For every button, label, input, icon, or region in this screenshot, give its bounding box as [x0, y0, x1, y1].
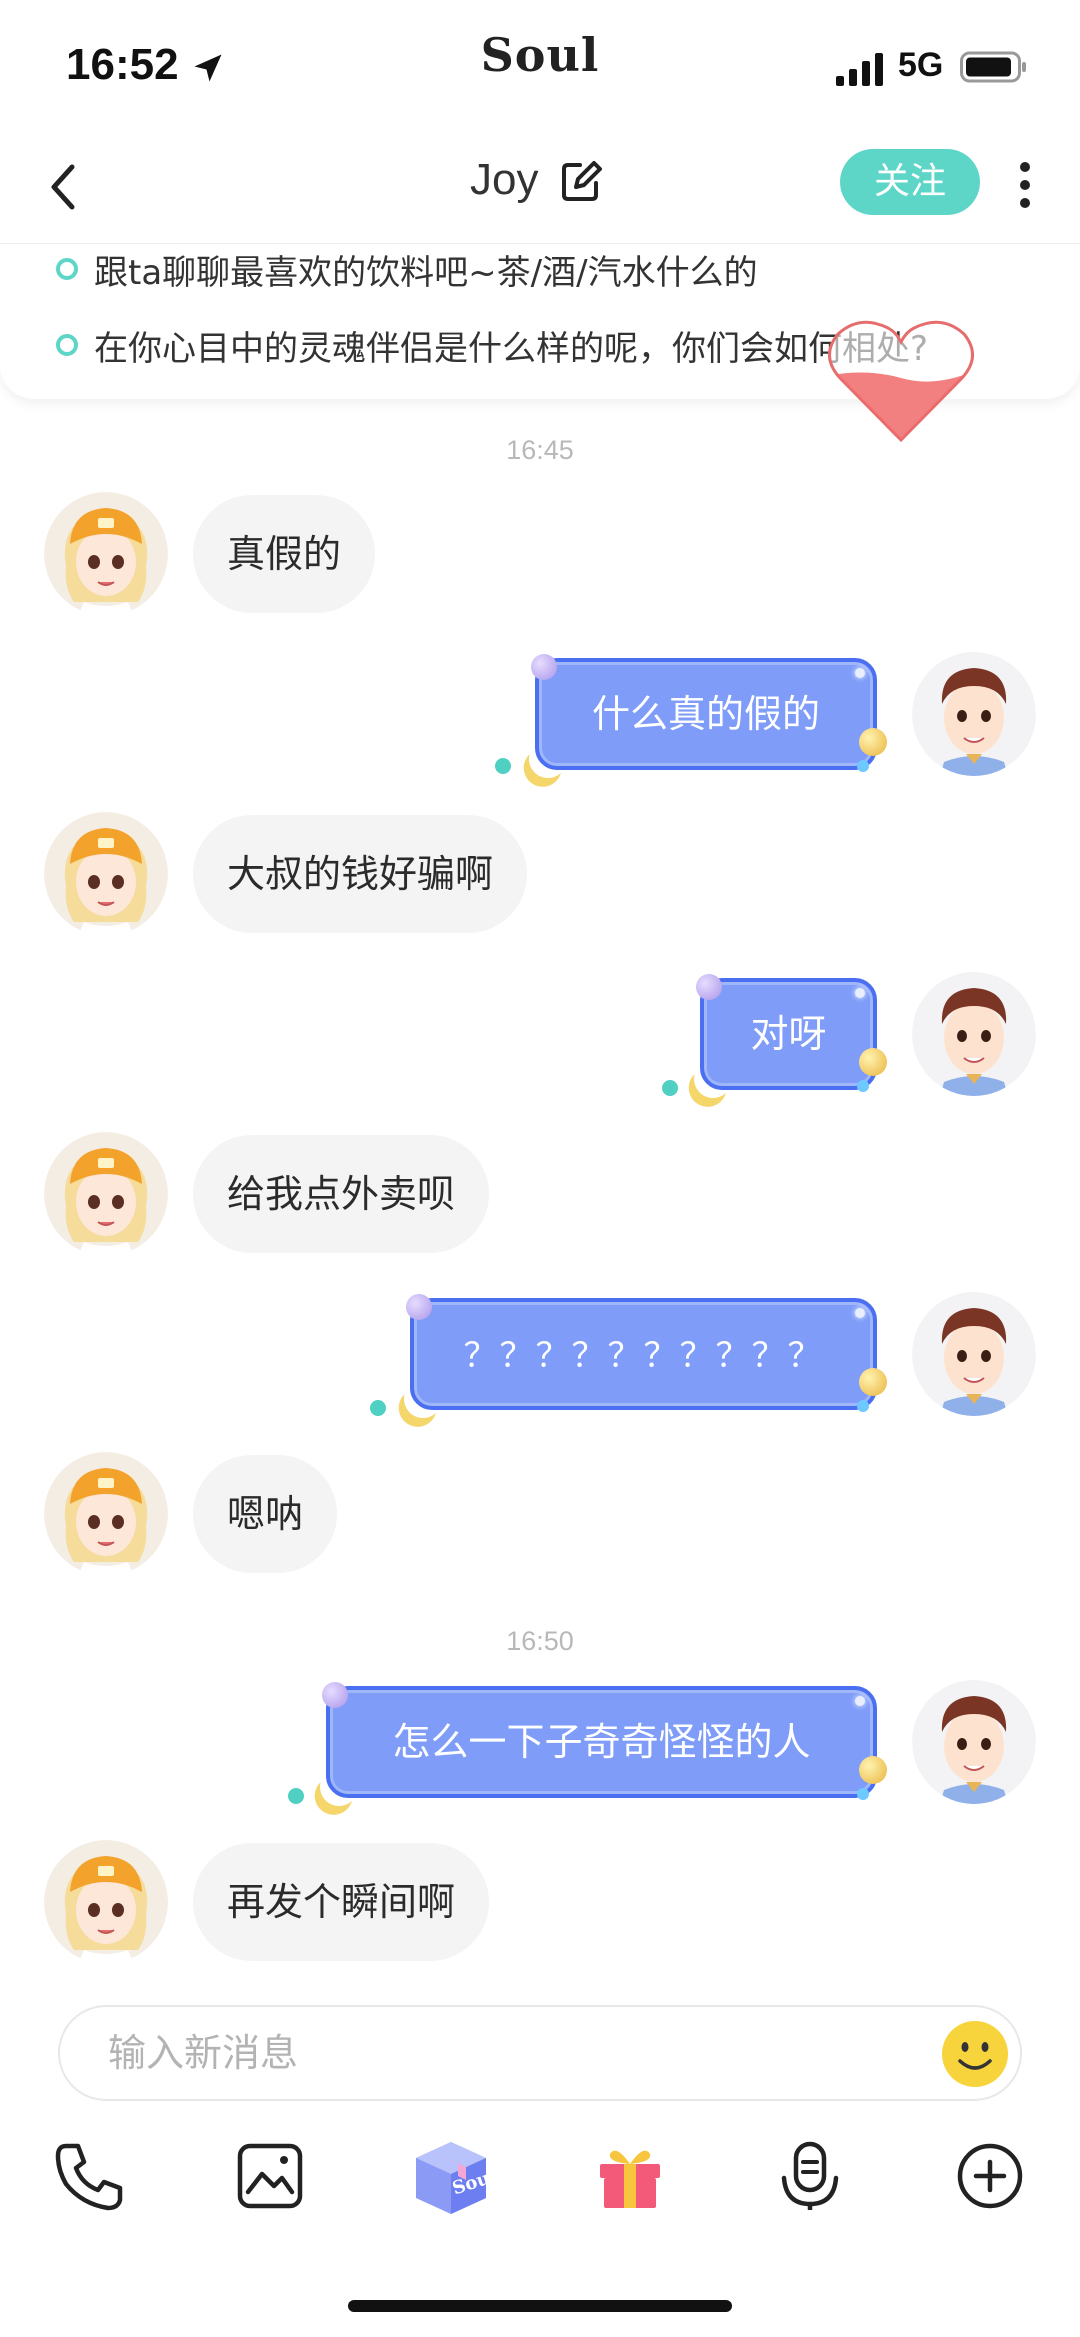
outgoing-message[interactable]: 怎么一下子奇奇怪怪的人: [322, 1682, 887, 1800]
message-text: 什么真的假的: [591, 692, 820, 736]
topic-suggestion[interactable]: 跟ta聊聊最喜欢的饮料吧~茶/酒/汽水什么的: [56, 244, 758, 294]
boy-avatar-icon: [912, 652, 1036, 776]
outgoing-message[interactable]: 什么真的假的: [531, 654, 887, 772]
outgoing-message[interactable]: 对呀: [696, 974, 887, 1092]
girl-avatar-icon: [44, 1452, 168, 1576]
signal-icon: [836, 53, 883, 86]
heart-icon[interactable]: [826, 312, 976, 448]
more-vertical-icon[interactable]: [1014, 155, 1036, 215]
edit-note-icon[interactable]: [558, 159, 604, 205]
boy-avatar-icon: [912, 1680, 1036, 1804]
gift-icon[interactable]: [592, 2138, 668, 2214]
incoming-message[interactable]: 大叔的钱好骗啊: [193, 815, 528, 933]
avatar-joy[interactable]: [44, 812, 168, 936]
incoming-message[interactable]: 再发个瞬间啊: [193, 1843, 490, 1961]
back-chevron-icon[interactable]: [42, 157, 82, 217]
sent-status-dot: [288, 1788, 304, 1804]
girl-avatar-icon: [44, 1840, 168, 1964]
avatar-joy[interactable]: [44, 1840, 168, 1964]
message-text: 怎么一下子奇奇怪怪的人: [392, 1720, 811, 1764]
soul-box-icon[interactable]: Soul: [406, 2132, 499, 2218]
timestamp: 16:45: [506, 435, 574, 465]
sent-status-dot: [495, 758, 511, 774]
incoming-message[interactable]: 给我点外卖呗: [193, 1135, 490, 1253]
timestamp: 16:50: [506, 1626, 574, 1656]
topic-text: 在你心目中的灵魂伴侣是什么样的呢，你们会如何相处?: [94, 328, 929, 369]
voice-bot-icon[interactable]: [772, 2138, 848, 2214]
battery-icon: [960, 51, 1026, 83]
incoming-message[interactable]: 嗯呐: [193, 1455, 338, 1573]
chat-title[interactable]: Joy: [470, 155, 538, 205]
network-type: 5G: [898, 46, 944, 84]
message-text: 对呀: [750, 1012, 827, 1056]
input-placeholder: 输入新消息: [108, 2031, 299, 2075]
bullet-ring-icon: [56, 334, 78, 356]
boy-avatar-icon: [912, 972, 1036, 1096]
avatar-self[interactable]: [912, 972, 1036, 1096]
sent-status-dot: [662, 1080, 678, 1096]
status-bar: 16:52 Soul 5G: [0, 0, 1080, 135]
boy-avatar-icon: [912, 1292, 1036, 1416]
girl-avatar-icon: [44, 492, 168, 616]
message-input[interactable]: 输入新消息: [58, 2005, 1022, 2101]
emoji-smile-icon[interactable]: [940, 2019, 1010, 2089]
avatar-joy[interactable]: [44, 492, 168, 616]
incoming-message[interactable]: 真假的: [193, 495, 376, 613]
avatar-joy[interactable]: [44, 1132, 168, 1256]
phone-icon[interactable]: [52, 2138, 128, 2214]
outgoing-message[interactable]: ？？？？？？？？？？: [406, 1294, 887, 1412]
topic-suggestion[interactable]: 在你心目中的灵魂伴侣是什么样的呢，你们会如何相处?: [56, 320, 928, 370]
follow-button[interactable]: 关注: [840, 149, 980, 215]
topic-text: 跟ta聊聊最喜欢的饮料吧~茶/酒/汽水什么的: [94, 252, 758, 293]
plus-circle-icon[interactable]: [952, 2138, 1028, 2214]
avatar-self[interactable]: [912, 1292, 1036, 1416]
chat-header: Joy 关注: [0, 135, 1080, 243]
bullet-ring-icon: [56, 258, 78, 280]
girl-avatar-icon: [44, 812, 168, 936]
home-indicator[interactable]: [348, 2300, 732, 2312]
avatar-joy[interactable]: [44, 1452, 168, 1576]
image-icon[interactable]: [232, 2138, 308, 2214]
avatar-self[interactable]: [912, 1680, 1036, 1804]
girl-avatar-icon: [44, 1132, 168, 1256]
sent-status-dot: [370, 1400, 386, 1416]
avatar-self[interactable]: [912, 652, 1036, 776]
message-text: ？？？？？？？？？？: [463, 1336, 824, 1376]
